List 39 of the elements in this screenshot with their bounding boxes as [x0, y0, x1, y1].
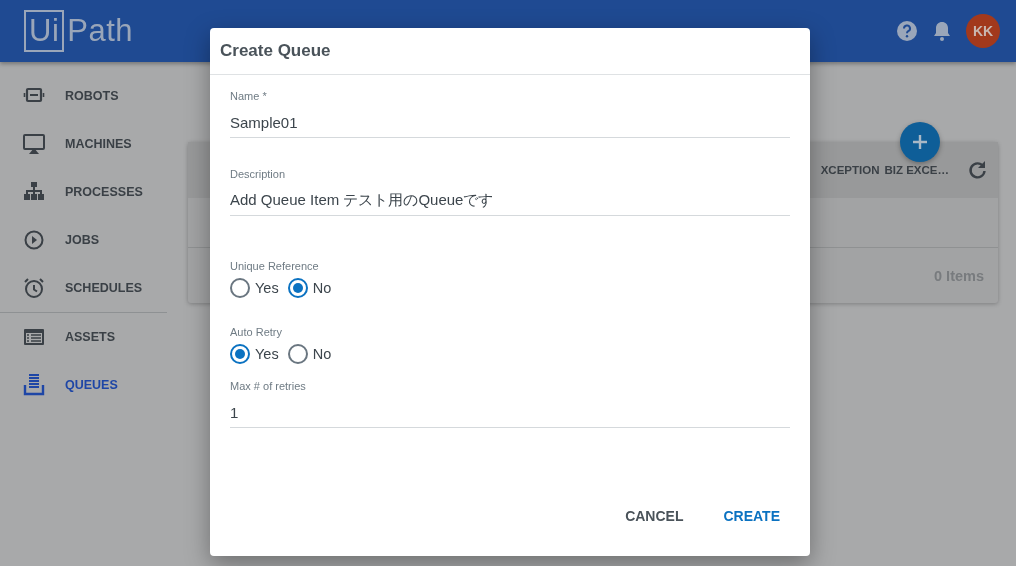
- plus-icon: [912, 134, 928, 150]
- logo: Ui Path: [24, 10, 134, 52]
- nav-item[interactable]: PROCESSES: [0, 168, 167, 216]
- bell-icon[interactable]: [932, 20, 952, 42]
- radio-button[interactable]: [287, 278, 308, 298]
- radio-label[interactable]: Yes: [255, 346, 279, 362]
- field-label: Name *: [230, 90, 268, 102]
- cancel-button[interactable]: CANCEL: [615, 500, 694, 532]
- radio-button[interactable]: [230, 344, 250, 364]
- radio-label[interactable]: No: [312, 346, 332, 362]
- column-header[interactable]: BIZ EXCE…: [884, 164, 949, 176]
- dialog-title: Create Queue: [210, 28, 810, 75]
- help-icon[interactable]: [896, 20, 918, 42]
- field-label: Unique Reference: [230, 260, 320, 272]
- nav-item[interactable]: ASSETS: [0, 313, 167, 361]
- field-label: Auto Retry: [230, 326, 283, 338]
- text-field[interactable]: Sample01: [230, 106, 790, 138]
- column-header[interactable]: XCEPTION: [820, 164, 880, 176]
- text-field[interactable]: Add Queue Item テスト用のQueueです: [230, 184, 790, 216]
- nav-item[interactable]: SCHEDULES: [0, 264, 167, 312]
- nav-item[interactable]: MACHINES: [0, 120, 167, 168]
- radio-button[interactable]: [287, 344, 308, 364]
- nav-item[interactable]: JOBS: [0, 216, 167, 264]
- nav-item[interactable]: QUEUES: [0, 361, 167, 409]
- play-icon: [22, 228, 46, 252]
- monitor-icon: [22, 132, 46, 156]
- alarm-clock-icon: [22, 276, 46, 300]
- radio-button[interactable]: [230, 278, 250, 298]
- add-button[interactable]: [900, 122, 940, 162]
- radio-label[interactable]: Yes: [255, 280, 279, 296]
- radio-label[interactable]: No: [312, 280, 332, 296]
- field-label: Max # of retries: [230, 380, 307, 392]
- nav-item[interactable]: ROBOTS: [0, 72, 167, 120]
- create-button[interactable]: CREATE: [713, 500, 790, 532]
- user-avatar[interactable]: KK: [966, 14, 1000, 48]
- text-field[interactable]: 1: [230, 396, 790, 428]
- field-label: Description: [230, 168, 287, 180]
- refresh-icon[interactable]: [966, 159, 988, 181]
- stack-icon: [22, 373, 46, 397]
